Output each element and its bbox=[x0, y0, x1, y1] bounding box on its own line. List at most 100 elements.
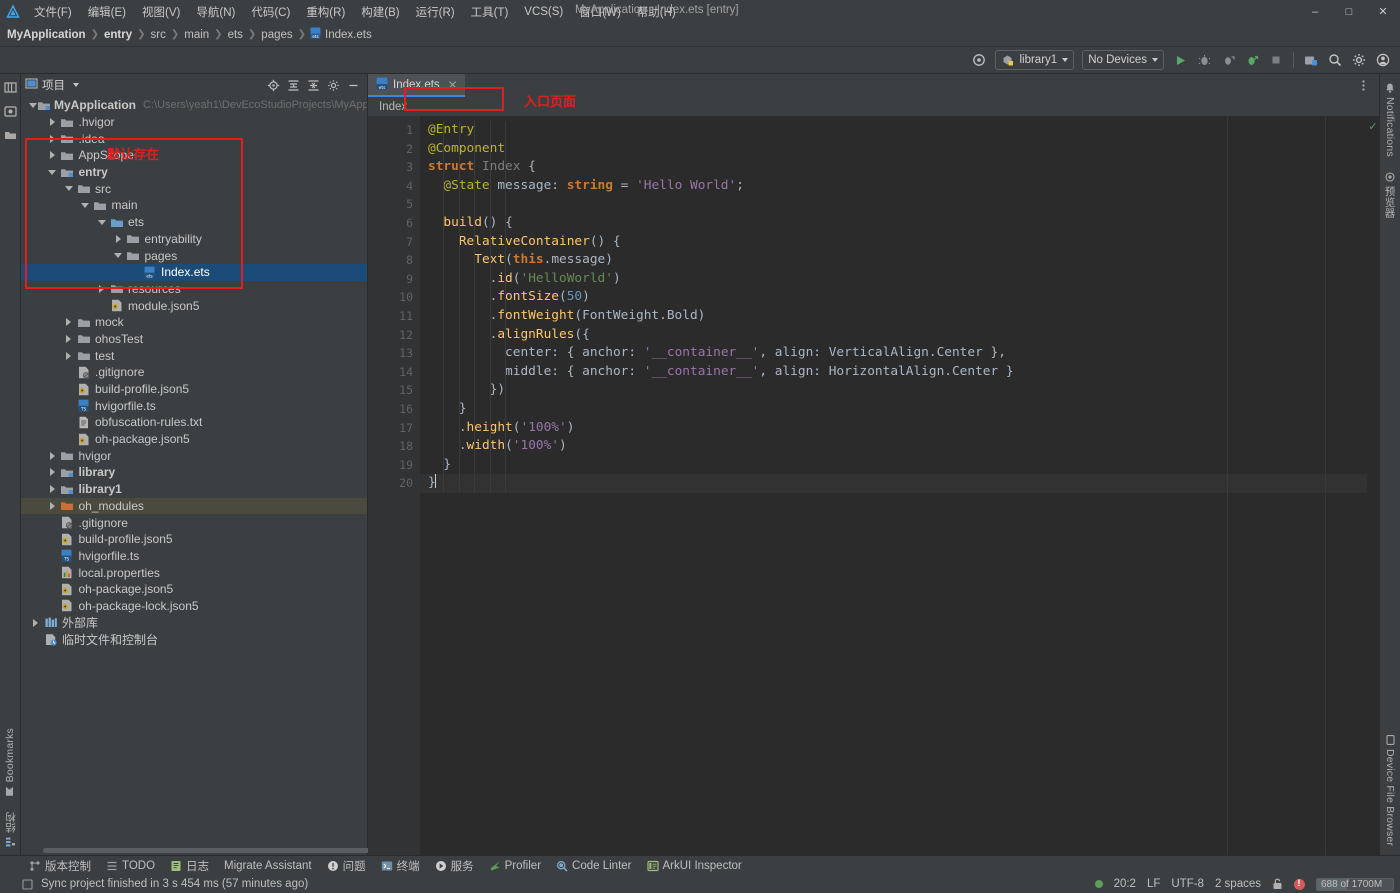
hide-panel-icon[interactable] bbox=[344, 76, 363, 95]
chevron-right-icon[interactable] bbox=[95, 285, 108, 293]
line-number[interactable]: 2 bbox=[368, 140, 420, 159]
menu-view[interactable]: 视图(V) bbox=[134, 2, 188, 22]
line-number[interactable]: 11 bbox=[368, 307, 420, 326]
bottom-tool-todo[interactable]: TODO bbox=[99, 859, 162, 873]
sidebar-item-previewer[interactable]: 预览器 bbox=[1382, 167, 1399, 223]
chevron-right-icon[interactable] bbox=[46, 135, 59, 143]
line-number[interactable]: 7 bbox=[368, 233, 420, 252]
chevron-right-icon[interactable] bbox=[46, 502, 59, 510]
left-rail-bottom-group[interactable]: Bookmarks 结构 bbox=[2, 723, 19, 851]
project-settings-gear-icon[interactable] bbox=[324, 76, 343, 95]
code-line[interactable]: @Component bbox=[420, 140, 1367, 159]
chevron-right-icon[interactable] bbox=[62, 335, 75, 343]
tree-item-hvigorfile-ts[interactable]: TS hvigorfile.ts bbox=[21, 548, 367, 565]
line-number[interactable]: 18 bbox=[368, 437, 420, 456]
bottom-tool-window-bar[interactable]: 版本控制 TODO 日志 Migrate Assistant 问题 终端 服务 Profile… bbox=[0, 855, 1400, 875]
tree-item-build-profile-json5[interactable]: build-profile.json5 bbox=[21, 381, 367, 398]
left-rail-top-group[interactable] bbox=[1, 78, 20, 145]
inspection-stripe[interactable]: ✓ bbox=[1367, 116, 1379, 855]
tree-item-oh-package-json5[interactable]: oh-package.json5 bbox=[21, 581, 367, 598]
project-horizontal-scrollbar[interactable] bbox=[21, 846, 373, 855]
chevron-right-icon[interactable] bbox=[46, 485, 59, 493]
line-number[interactable]: 6 bbox=[368, 214, 420, 233]
menu-code[interactable]: 代码(C) bbox=[243, 2, 298, 22]
project-panel-header[interactable]: 项目 bbox=[21, 74, 367, 96]
tree-item--hvigor[interactable]: .hvigor bbox=[21, 114, 367, 131]
attach-debugger-icon[interactable] bbox=[1217, 50, 1239, 71]
chevron-right-icon[interactable] bbox=[112, 235, 125, 243]
code-line[interactable]: .height('100%') bbox=[420, 419, 1367, 438]
tree-item-mock[interactable]: mock bbox=[21, 314, 367, 331]
window-controls[interactable]: – □ ✕ bbox=[1298, 0, 1400, 23]
line-number[interactable]: 5 bbox=[368, 195, 420, 214]
tree-item-oh-package-json5[interactable]: oh-package.json5 bbox=[21, 431, 367, 448]
minimize-button[interactable]: – bbox=[1298, 0, 1332, 23]
editor-tab-strip[interactable]: ets Index.ets ✕ bbox=[368, 74, 1379, 97]
code-line[interactable]: } bbox=[420, 456, 1367, 475]
chevron-right-icon[interactable] bbox=[62, 352, 75, 360]
maximize-button[interactable]: □ bbox=[1332, 0, 1366, 23]
code-line[interactable] bbox=[420, 195, 1367, 214]
tab-index-ets[interactable]: ets Index.ets ✕ bbox=[368, 74, 465, 97]
menu-vcs[interactable]: VCS(S) bbox=[516, 4, 571, 20]
tree-item-appscope[interactable]: AppScope bbox=[21, 147, 367, 164]
main-toolbar[interactable]: library1 No Devices bbox=[0, 47, 1400, 74]
tree-item--gitignore[interactable]: .gitignore bbox=[21, 364, 367, 381]
tree-item-hvigorfile-ts[interactable]: TS hvigorfile.ts bbox=[21, 397, 367, 414]
tree-item-library[interactable]: library bbox=[21, 464, 367, 481]
breadcrumb-myapplication[interactable]: MyApplication bbox=[6, 29, 87, 41]
tree-item-index-ets[interactable]: ets Index.ets bbox=[21, 263, 367, 281]
bottom-tool-migrate-assistant[interactable]: Migrate Assistant bbox=[217, 859, 319, 873]
breadcrumb-entry[interactable]: entry bbox=[103, 29, 133, 41]
sidebar-item-bookmarks[interactable]: Bookmarks bbox=[3, 723, 17, 801]
scrollbar-thumb[interactable] bbox=[43, 848, 373, 853]
menu-refactor[interactable]: 重构(R) bbox=[298, 2, 353, 22]
status-right-group[interactable]: 20:2 LF UTF-8 2 spaces 688 of 1700M bbox=[1094, 877, 1394, 891]
line-number[interactable]: 3 bbox=[368, 158, 420, 177]
bottom-tool-profiler[interactable]: Profiler bbox=[482, 859, 548, 873]
chevron-down-icon[interactable] bbox=[79, 203, 92, 208]
tree-item----[interactable]: 外部库 bbox=[21, 614, 367, 631]
line-number[interactable]: 4 bbox=[368, 177, 420, 196]
tree-item-module-json5[interactable]: module.json5 bbox=[21, 297, 367, 314]
tree-item-myapplication[interactable]: MyApplication C:\Users\yeah1\DevEcoStudio… bbox=[21, 97, 367, 114]
profile-icon[interactable] bbox=[1241, 50, 1263, 71]
tree-item-test[interactable]: test bbox=[21, 347, 367, 364]
chevron-right-icon[interactable] bbox=[46, 151, 59, 159]
tree-item-local-properties[interactable]: local.properties bbox=[21, 564, 367, 581]
more-options-icon[interactable] bbox=[1352, 75, 1374, 96]
sidebar-item-device-file-browser[interactable]: Device File Browser bbox=[1383, 730, 1397, 851]
chevron-right-icon[interactable] bbox=[29, 619, 42, 627]
tree-item-main[interactable]: main bbox=[21, 197, 367, 214]
line-number[interactable]: 10 bbox=[368, 288, 420, 307]
close-icon[interactable]: ✕ bbox=[448, 78, 458, 92]
tree-item-ohostest[interactable]: ohosTest bbox=[21, 331, 367, 348]
editor-breadcrumb[interactable]: Index bbox=[368, 97, 1379, 116]
line-number[interactable]: 15 bbox=[368, 381, 420, 400]
project-panel-toolbar[interactable] bbox=[264, 76, 363, 95]
tree-item--gitignore[interactable]: .gitignore bbox=[21, 514, 367, 531]
code-line[interactable]: .fontSize(50) bbox=[420, 288, 1367, 307]
menu-tools[interactable]: 工具(T) bbox=[463, 2, 517, 22]
chevron-down-icon[interactable] bbox=[62, 186, 75, 191]
tree-item--idea[interactable]: .idea bbox=[21, 130, 367, 147]
code-line[interactable]: .fontWeight(FontWeight.Bold) bbox=[420, 307, 1367, 326]
code-line[interactable]: build() { bbox=[420, 214, 1367, 233]
tree-item-obfuscation-rules-txt[interactable]: obfuscation-rules.txt bbox=[21, 414, 367, 431]
code-line[interactable]: struct Index { bbox=[420, 158, 1367, 177]
structure-icon[interactable] bbox=[1, 126, 20, 145]
chevron-down-icon[interactable] bbox=[95, 220, 108, 225]
line-number[interactable]: 9 bbox=[368, 270, 420, 289]
breadcrumb-pages[interactable]: pages bbox=[260, 29, 293, 41]
code-line[interactable]: .id('HelloWorld') bbox=[420, 270, 1367, 289]
code-line[interactable]: middle: { anchor: '__container__', align… bbox=[420, 363, 1367, 382]
bottom-tool---[interactable]: 日志 bbox=[163, 857, 216, 875]
tree-item-resources[interactable]: resources bbox=[21, 281, 367, 298]
tree-item-oh-modules[interactable]: oh_modules bbox=[21, 497, 367, 515]
chevron-right-icon[interactable] bbox=[62, 318, 75, 326]
code-line[interactable]: RelativeContainer() { bbox=[420, 233, 1367, 252]
bottom-tool-arkui-inspector[interactable]: ArkUI Inspector bbox=[640, 859, 749, 873]
menu-run[interactable]: 运行(R) bbox=[408, 2, 463, 22]
tree-item-oh-package-lock-json5[interactable]: oh-package-lock.json5 bbox=[21, 598, 367, 615]
menu-build[interactable]: 构建(B) bbox=[353, 2, 407, 22]
